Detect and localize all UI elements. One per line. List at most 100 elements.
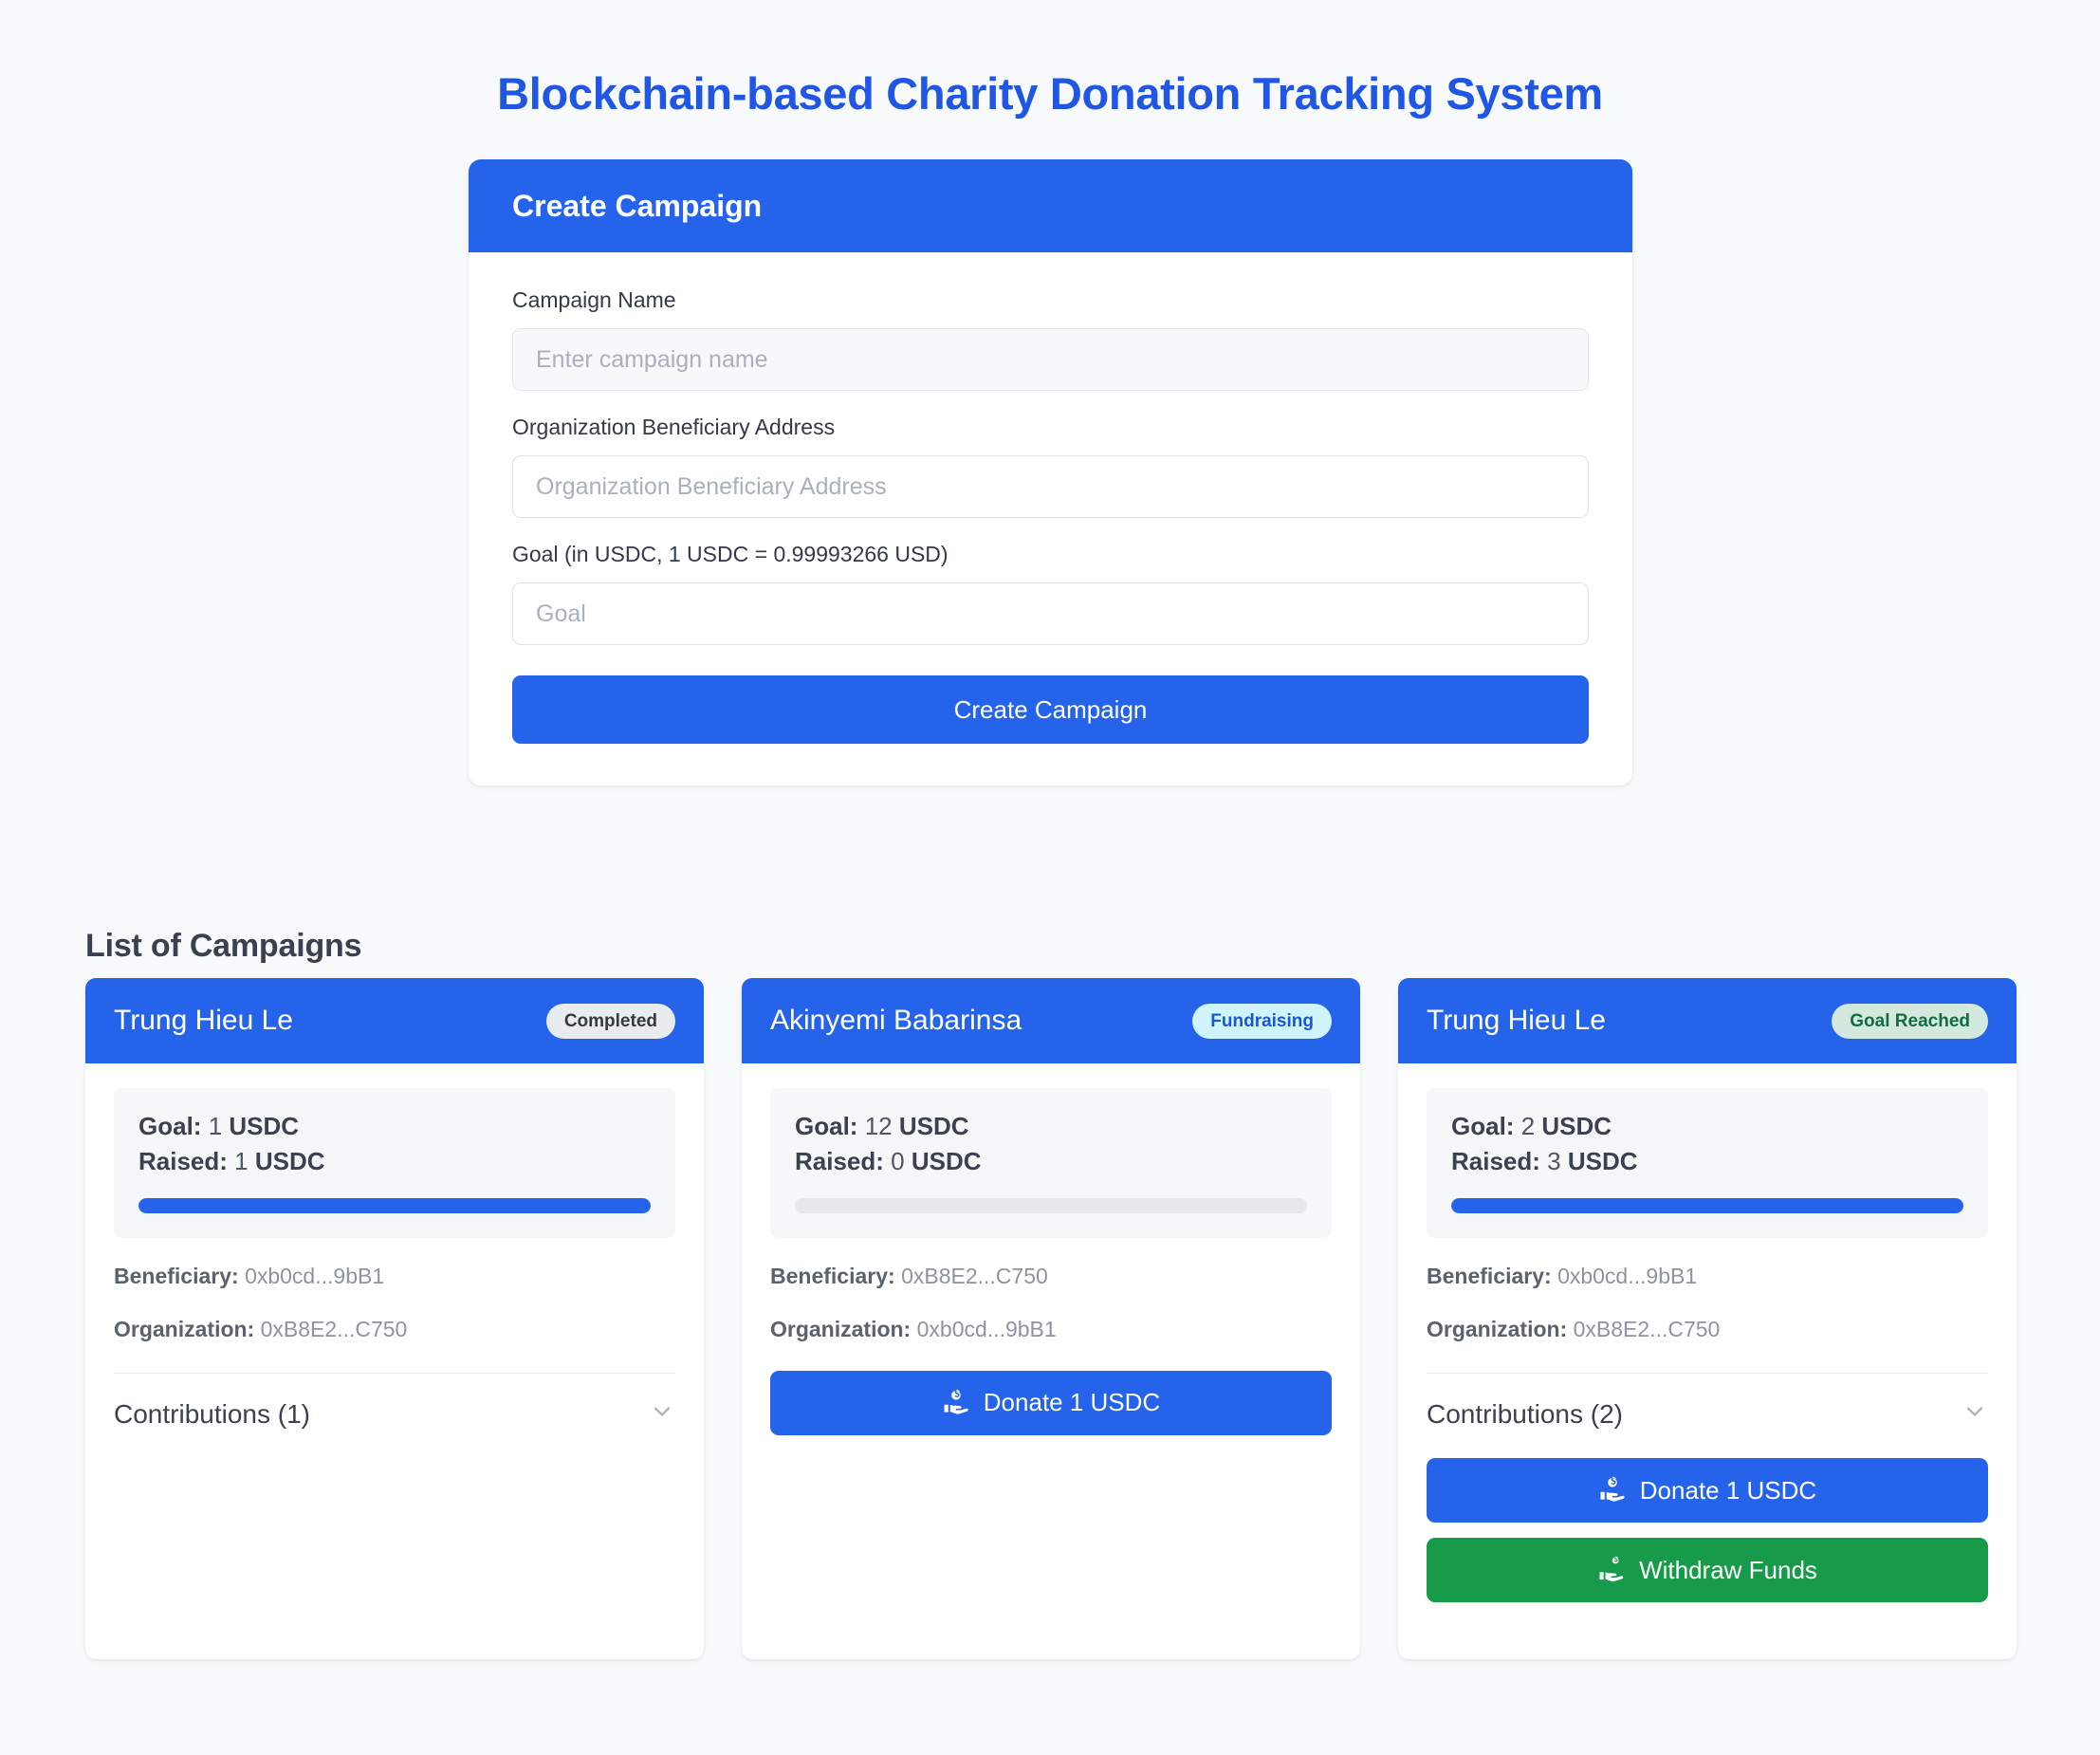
- campaign-card: Trung Hieu Le Goal Reached Goal: 2 USDC …: [1398, 978, 2017, 1660]
- beneficiary-row-value: 0xb0cd...9bB1: [245, 1263, 385, 1288]
- create-campaign-card: Create Campaign Campaign Name Organizati…: [469, 159, 1632, 786]
- beneficiary-address-input[interactable]: [512, 455, 1589, 519]
- campaign-card-body: Goal: 1 USDC Raised: 1 USDC Beneficiary:: [85, 1063, 704, 1659]
- status-badge: Fundraising: [1192, 1003, 1332, 1039]
- goal-stat-amount: 1: [208, 1112, 223, 1140]
- goal-stat-label: Goal:: [1451, 1112, 1515, 1140]
- campaign-stats: Goal: 12 USDC Raised: 0 USDC: [770, 1088, 1332, 1238]
- organization-row-label: Organization:: [1427, 1316, 1568, 1341]
- card-bottom-padding: [1427, 1631, 1988, 1659]
- beneficiary-address-label: Organization Beneficiary Address: [512, 415, 836, 440]
- donate-button-label: Donate 1 USDC: [983, 1388, 1161, 1417]
- organization-row: Organization: 0xb0cd...9bB1: [770, 1316, 1332, 1344]
- beneficiary-row-label: Beneficiary:: [770, 1263, 895, 1288]
- donate-button-label: Donate 1 USDC: [1639, 1475, 1817, 1505]
- goal-stat: Goal: 12 USDC: [795, 1109, 1307, 1144]
- card-bottom-padding: [770, 1631, 1332, 1659]
- progress-bar: [795, 1197, 1307, 1213]
- contributions-toggle[interactable]: Contributions (2): [1427, 1374, 1988, 1434]
- create-campaign-header: Create Campaign: [469, 159, 1632, 253]
- raised-stat-amount: 1: [234, 1146, 249, 1175]
- goal-stat-amount: 12: [864, 1112, 893, 1140]
- campaign-card-header: Trung Hieu Le Goal Reached: [1398, 978, 2017, 1063]
- beneficiary-row-label: Beneficiary:: [114, 1263, 239, 1288]
- campaign-stats: Goal: 2 USDC Raised: 3 USDC: [1427, 1088, 1988, 1238]
- donate-button[interactable]: Donate 1 USDC: [770, 1370, 1332, 1435]
- hand-holding-dollar-icon: [1598, 1476, 1627, 1505]
- progress-bar: [138, 1197, 651, 1213]
- campaign-grid: Trung Hieu Le Completed Goal: 1 USDC Rai…: [85, 978, 2017, 1660]
- goal-stat-label: Goal:: [138, 1112, 202, 1140]
- progress-bar: [1451, 1197, 1963, 1213]
- card-bottom-padding: [114, 1631, 675, 1659]
- beneficiary-row: Beneficiary: 0xb0cd...9bB1: [114, 1263, 675, 1291]
- goal-stat-amount: 2: [1520, 1112, 1536, 1140]
- goal-input[interactable]: [512, 582, 1589, 646]
- organization-row-value: 0xB8E2...C750: [260, 1316, 408, 1341]
- campaign-card-body: Goal: 2 USDC Raised: 3 USDC Beneficiary:: [1398, 1063, 2017, 1659]
- raised-stat-label: Raised:: [1451, 1146, 1540, 1175]
- create-campaign-button[interactable]: Create Campaign: [512, 675, 1589, 745]
- goal-stat: Goal: 1 USDC: [138, 1109, 651, 1144]
- progress-bar-fill: [138, 1197, 651, 1213]
- beneficiary-row-value: 0xB8E2...C750: [901, 1263, 1048, 1288]
- campaign-stats: Goal: 1 USDC Raised: 1 USDC: [114, 1088, 675, 1238]
- goal-stat: Goal: 2 USDC: [1451, 1109, 1963, 1144]
- raised-stat: Raised: 0 USDC: [795, 1144, 1307, 1179]
- campaign-card-header: Trung Hieu Le Completed: [85, 978, 704, 1063]
- campaign-title: Trung Hieu Le: [114, 1005, 293, 1036]
- beneficiary-row: Beneficiary: 0xb0cd...9bB1: [1427, 1263, 1988, 1291]
- campaign-card: Trung Hieu Le Completed Goal: 1 USDC Rai…: [85, 978, 704, 1660]
- raised-stat-amount: 0: [891, 1146, 905, 1175]
- raised-stat-currency: USDC: [1567, 1146, 1638, 1175]
- raised-stat-label: Raised:: [138, 1146, 228, 1175]
- campaign-card: Akinyemi Babarinsa Fundraising Goal: 12 …: [742, 978, 1360, 1660]
- progress-bar-fill: [1451, 1197, 1963, 1213]
- organization-row: Organization: 0xB8E2...C750: [114, 1316, 675, 1344]
- beneficiary-row-label: Beneficiary:: [1427, 1263, 1552, 1288]
- organization-row: Organization: 0xB8E2...C750: [1427, 1316, 1988, 1344]
- goal-stat-label: Goal:: [795, 1112, 858, 1140]
- raised-stat-currency: USDC: [254, 1146, 325, 1175]
- card-spacer: [114, 1433, 675, 1631]
- campaign-card-body: Goal: 12 USDC Raised: 0 USDC Beneficiary…: [742, 1063, 1360, 1659]
- contributions-label: Contributions (1): [114, 1398, 310, 1429]
- contributions-toggle[interactable]: Contributions (1): [114, 1374, 675, 1434]
- card-spacer: [770, 1435, 1332, 1632]
- campaign-card-header: Akinyemi Babarinsa Fundraising: [742, 978, 1360, 1063]
- contributions-label: Contributions (2): [1427, 1398, 1623, 1429]
- raised-stat-amount: 3: [1547, 1146, 1561, 1175]
- campaign-title: Akinyemi Babarinsa: [770, 1005, 1022, 1036]
- raised-stat: Raised: 3 USDC: [1451, 1144, 1963, 1179]
- donate-button[interactable]: Donate 1 USDC: [1427, 1458, 1988, 1524]
- raised-stat: Raised: 1 USDC: [138, 1144, 651, 1179]
- status-badge: Completed: [545, 1003, 675, 1039]
- withdraw-funds-button[interactable]: Withdraw Funds: [1427, 1538, 1988, 1603]
- beneficiary-row: Beneficiary: 0xB8E2...C750: [770, 1263, 1332, 1291]
- campaign-actions: Donate 1 USDC Withdraw Funds: [1427, 1458, 1988, 1603]
- goal-stat-currency: USDC: [898, 1112, 969, 1140]
- page-title: Blockchain-based Charity Donation Tracki…: [497, 68, 1603, 120]
- hand-holding-dollar-icon: [942, 1389, 970, 1417]
- field-goal: Goal (in USDC, 1 USDC = 0.99993266 USD): [512, 541, 1589, 646]
- hand-holding-dollar-icon: [1597, 1556, 1626, 1584]
- goal-stat-currency: USDC: [229, 1112, 300, 1140]
- raised-stat-currency: USDC: [911, 1146, 982, 1175]
- status-badge: Goal Reached: [1832, 1003, 1988, 1039]
- campaign-name-input[interactable]: [512, 328, 1589, 392]
- campaign-actions: Donate 1 USDC: [770, 1370, 1332, 1435]
- organization-row-value: 0xb0cd...9bB1: [916, 1316, 1057, 1341]
- organization-row-label: Organization:: [770, 1316, 912, 1341]
- withdraw-funds-button-label: Withdraw Funds: [1639, 1555, 1817, 1584]
- create-campaign-form: Campaign Name Organization Beneficiary A…: [469, 252, 1632, 785]
- campaign-list-heading: List of Campaigns: [85, 928, 362, 965]
- goal-stat-currency: USDC: [1541, 1112, 1612, 1140]
- organization-row-value: 0xB8E2...C750: [1573, 1316, 1721, 1341]
- campaign-title: Trung Hieu Le: [1427, 1005, 1606, 1036]
- campaign-name-label: Campaign Name: [512, 287, 676, 313]
- card-spacer: [1427, 1602, 1988, 1631]
- field-beneficiary-address: Organization Beneficiary Address: [512, 414, 1589, 519]
- raised-stat-label: Raised:: [795, 1146, 884, 1175]
- goal-label: Goal (in USDC, 1 USDC = 0.99993266 USD): [512, 542, 949, 567]
- chevron-down-icon: [1962, 1398, 1988, 1430]
